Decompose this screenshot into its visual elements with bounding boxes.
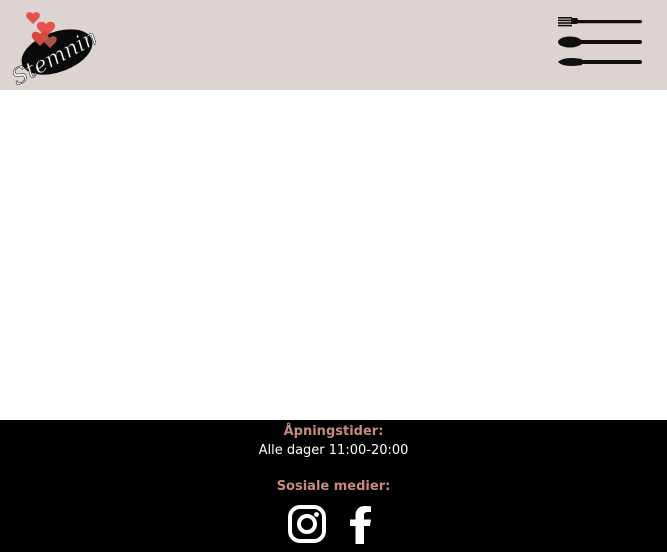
- menu-button[interactable]: [554, 12, 646, 70]
- site-footer: Åpningstider: Alle dager 11:00-20:00 Sos…: [0, 420, 667, 552]
- facebook-icon: [349, 506, 371, 544]
- main-content: [0, 90, 667, 420]
- facebook-link[interactable]: [341, 504, 381, 544]
- logo-link[interactable]: Stemning: [4, 8, 115, 91]
- opening-hours-text: Alle dager 11:00-20:00: [258, 443, 409, 458]
- instagram-link[interactable]: [287, 504, 327, 544]
- stemning-logo: Stemning: [8, 12, 115, 91]
- instagram-icon: [287, 505, 326, 543]
- site-header: Stemning: [0, 0, 667, 91]
- social-links: [0, 503, 667, 545]
- social-media-heading: Sosiale medier:: [276, 479, 391, 494]
- cutlery-menu-icon: [558, 17, 642, 66]
- hearts-icon: [26, 12, 57, 48]
- opening-hours-heading: Åpningstider:: [283, 424, 384, 439]
